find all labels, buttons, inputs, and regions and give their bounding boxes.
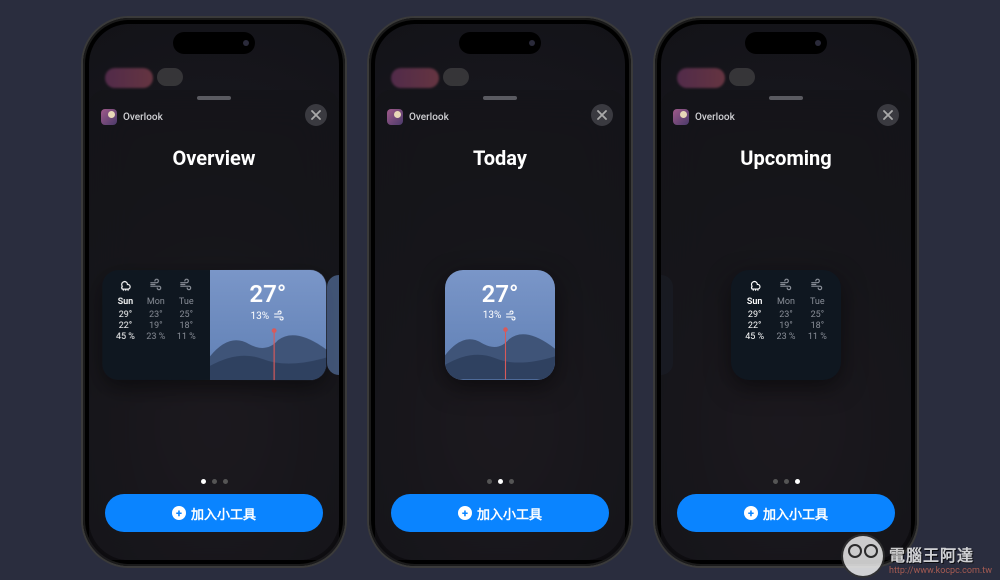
close-button[interactable]	[877, 104, 899, 126]
phone-frame: Overlook Overview	[83, 18, 345, 566]
low-temp: 19°	[770, 321, 801, 331]
close-button[interactable]	[305, 104, 327, 126]
rain-icon	[748, 278, 762, 292]
close-button[interactable]	[591, 104, 613, 126]
watermark-url: http://www.kocpc.com.tw	[889, 566, 992, 576]
precip-value: 45 %	[110, 331, 140, 341]
add-button-label: 加入小工具	[763, 504, 828, 523]
app-icon	[101, 109, 117, 125]
day-label: Sun	[110, 297, 140, 307]
today-widget[interactable]: 27° 13%	[445, 270, 555, 380]
app-name-label: Overlook	[409, 112, 449, 123]
close-icon	[597, 110, 607, 120]
high-temp: 25°	[802, 310, 833, 320]
close-icon	[883, 110, 893, 120]
app-icon	[387, 109, 403, 125]
add-button-label: 加入小工具	[191, 504, 256, 523]
high-temp: 25°	[171, 310, 201, 320]
add-widget-button[interactable]: + 加入小工具	[105, 494, 323, 532]
precip-value: 13%	[250, 310, 269, 321]
page-title: Upcoming	[661, 146, 911, 170]
widget-carousel[interactable]: 27° 13%	[375, 170, 625, 479]
dynamic-island	[745, 32, 827, 54]
high-temp: 23°	[770, 310, 801, 320]
phone-frame: Overlook Upcoming	[655, 18, 917, 566]
phones-row: Overlook Overview	[0, 0, 1000, 566]
precip-value: 11 %	[171, 331, 201, 341]
app-name-label: Overlook	[695, 112, 735, 123]
phone-frame: Overlook Today 27° 13%	[369, 18, 631, 566]
prev-widget-peek[interactable]	[661, 275, 673, 375]
high-temp: 29°	[110, 310, 140, 320]
precip-value: 13%	[483, 310, 502, 321]
widget-carousel[interactable]: Sun Mon Tue 29° 23° 25° 22° 19° 18°	[661, 170, 911, 479]
widget-carousel[interactable]: Sun Mon Tue 29° 23° 25° 22°	[89, 170, 339, 479]
dynamic-island	[459, 32, 541, 54]
day-label: Mon	[141, 297, 171, 307]
add-button-label: 加入小工具	[477, 504, 542, 523]
widget-gallery-sheet: Overlook Today 27° 13%	[375, 90, 625, 560]
phone-screen: Overlook Upcoming	[661, 24, 911, 560]
day-label: Mon	[770, 297, 801, 307]
day-label: Tue	[171, 297, 201, 307]
high-temp: 29°	[739, 310, 770, 320]
current-temp: 27°	[445, 280, 555, 308]
rain-icon	[118, 278, 132, 292]
watermark-mascot-icon	[843, 536, 883, 576]
wind-icon	[179, 278, 193, 292]
add-widget-button[interactable]: + 加入小工具	[391, 494, 609, 532]
forecast-panel: Sun Mon Tue 29° 23° 25° 22°	[102, 270, 209, 380]
page-title: Overview	[89, 146, 339, 170]
wind-icon	[505, 310, 517, 322]
app-icon	[673, 109, 689, 125]
wind-icon	[779, 278, 793, 292]
phone-screen: Overlook Today 27° 13%	[375, 24, 625, 560]
plus-circle-icon: +	[172, 506, 186, 520]
mountain-graphic	[210, 322, 327, 379]
phone-screen: Overlook Overview	[89, 24, 339, 560]
wind-icon	[149, 278, 163, 292]
low-temp: 22°	[110, 321, 140, 331]
watermark-title: 電腦王阿達	[889, 542, 992, 566]
wind-icon	[810, 278, 824, 292]
plus-circle-icon: +	[744, 506, 758, 520]
next-widget-peek[interactable]	[327, 275, 339, 375]
page-title: Today	[375, 146, 625, 170]
widget-gallery-sheet: Overlook Overview	[89, 90, 339, 560]
plus-circle-icon: +	[458, 506, 472, 520]
day-label: Tue	[802, 297, 833, 307]
page-indicator[interactable]	[89, 479, 339, 484]
low-temp: 22°	[739, 321, 770, 331]
widget-gallery-sheet: Overlook Upcoming	[661, 90, 911, 560]
dynamic-island	[173, 32, 255, 54]
low-temp: 19°	[141, 321, 171, 331]
precip-value: 45 %	[739, 332, 770, 342]
watermark: 電腦王阿達 http://www.kocpc.com.tw	[843, 536, 992, 576]
precip-value: 11 %	[802, 332, 833, 342]
wind-icon	[273, 309, 285, 321]
page-indicator[interactable]	[375, 479, 625, 484]
current-temp: 27°	[210, 279, 327, 307]
precip-value: 23 %	[141, 331, 171, 341]
day-label: Sun	[739, 297, 770, 307]
high-temp: 23°	[141, 310, 171, 320]
low-temp: 18°	[171, 321, 201, 331]
add-widget-button[interactable]: + 加入小工具	[677, 494, 895, 532]
app-name-label: Overlook	[123, 112, 163, 123]
page-indicator[interactable]	[661, 479, 911, 484]
mountain-graphic	[445, 322, 555, 379]
today-panel: 27° 13%	[210, 269, 327, 379]
low-temp: 18°	[802, 321, 833, 331]
overview-widget[interactable]: Sun Mon Tue 29° 23° 25° 22°	[102, 269, 326, 379]
close-icon	[311, 110, 321, 120]
upcoming-widget[interactable]: Sun Mon Tue 29° 23° 25° 22° 19° 18°	[731, 270, 841, 380]
precip-value: 23 %	[770, 332, 801, 342]
